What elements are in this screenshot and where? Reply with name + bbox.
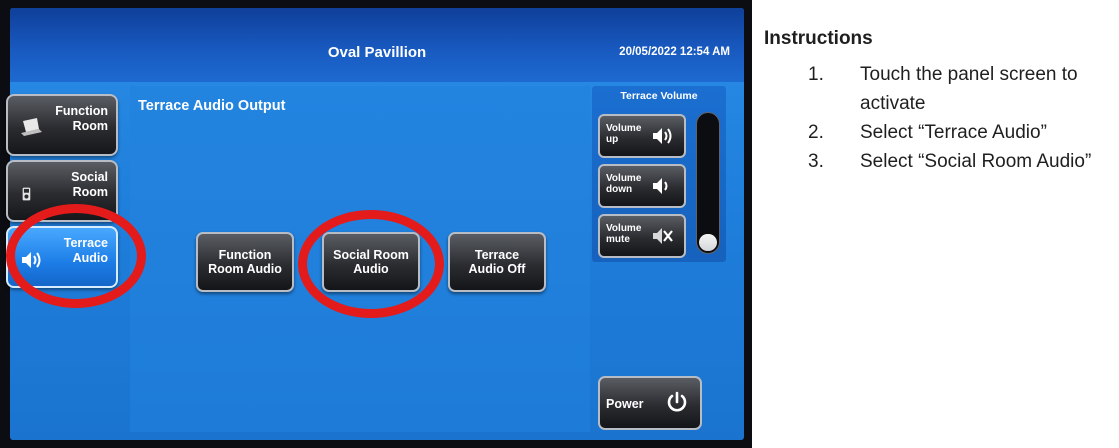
ipod-icon (22, 187, 31, 201)
social-room-audio-button[interactable]: Social Room Audio (322, 232, 420, 292)
instructions-panel: Instructions 1. Touch the panel screen t… (752, 0, 1119, 448)
volume-label-line1: Volume (606, 173, 642, 184)
instructions-title: Instructions (764, 28, 873, 49)
speaker-down-icon (653, 178, 668, 194)
panel-photo: Oval Pavillion 20/05/2022 12:54 AM Terra… (0, 0, 752, 448)
option-label-line2: Room Audio (208, 262, 282, 277)
step-number: 2. (808, 122, 824, 143)
volume-level-fill (699, 234, 717, 251)
step-number: 1. (808, 64, 824, 85)
volume-slider[interactable] (696, 112, 720, 254)
volume-down-button[interactable]: Volume down (598, 164, 686, 208)
volume-label-line1: Volume (606, 123, 642, 134)
nav-label-line1: Terrace (63, 236, 108, 250)
speaker-up-icon (653, 128, 672, 144)
section-title: Terrace Audio Output (138, 98, 286, 114)
nav-function-room-button[interactable]: Function Room (6, 94, 118, 156)
power-label: Power (606, 397, 644, 411)
volume-label-line2: up (606, 133, 619, 145)
laptop-icon (21, 118, 42, 136)
nav-social-room-button[interactable]: Social Room (6, 160, 118, 222)
step-text: Touch the panel screen to activate (860, 64, 1078, 114)
option-label-line1: Social Room (333, 248, 409, 262)
option-label-line2: Audio (353, 262, 389, 277)
power-button[interactable]: Power (598, 376, 702, 430)
nav-label-line1: Social (71, 170, 108, 184)
step-text: Select “Terrace Audio” (860, 122, 1047, 143)
option-label-line1: Function (218, 248, 272, 262)
speaker-icon (22, 252, 41, 268)
option-label-line2: Audio Off (468, 262, 526, 277)
power-icon (667, 391, 687, 412)
instruction-steps: 1. Touch the panel screen to activate 2.… (808, 60, 1114, 176)
function-room-audio-button[interactable]: Function Room Audio (196, 232, 294, 292)
volume-label-line2: mute (606, 233, 630, 245)
nav-label-line1: Function (55, 104, 108, 118)
volume-label-line1: Volume (606, 223, 642, 234)
volume-mute-button[interactable]: Volume mute (598, 214, 686, 258)
instruction-step: 1. Touch the panel screen to activate (808, 60, 1114, 118)
volume-title: Terrace Volume (620, 90, 698, 102)
datetime: 20/05/2022 12:54 AM (619, 46, 730, 58)
step-number: 3. (808, 151, 824, 172)
nav-terrace-audio-button[interactable]: Terrace Audio (6, 226, 118, 288)
speaker-mute-icon (653, 228, 673, 244)
instruction-step: 2. Select “Terrace Audio” (808, 118, 1114, 147)
terrace-audio-off-button[interactable]: Terrace Audio Off (448, 232, 546, 292)
volume-label-line2: down (606, 183, 633, 195)
instruction-step: 3. Select “Social Room Audio” (808, 147, 1114, 176)
volume-up-button[interactable]: Volume up (598, 114, 686, 158)
step-text: Select “Social Room Audio” (860, 151, 1092, 172)
option-label-line1: Terrace (474, 248, 520, 262)
